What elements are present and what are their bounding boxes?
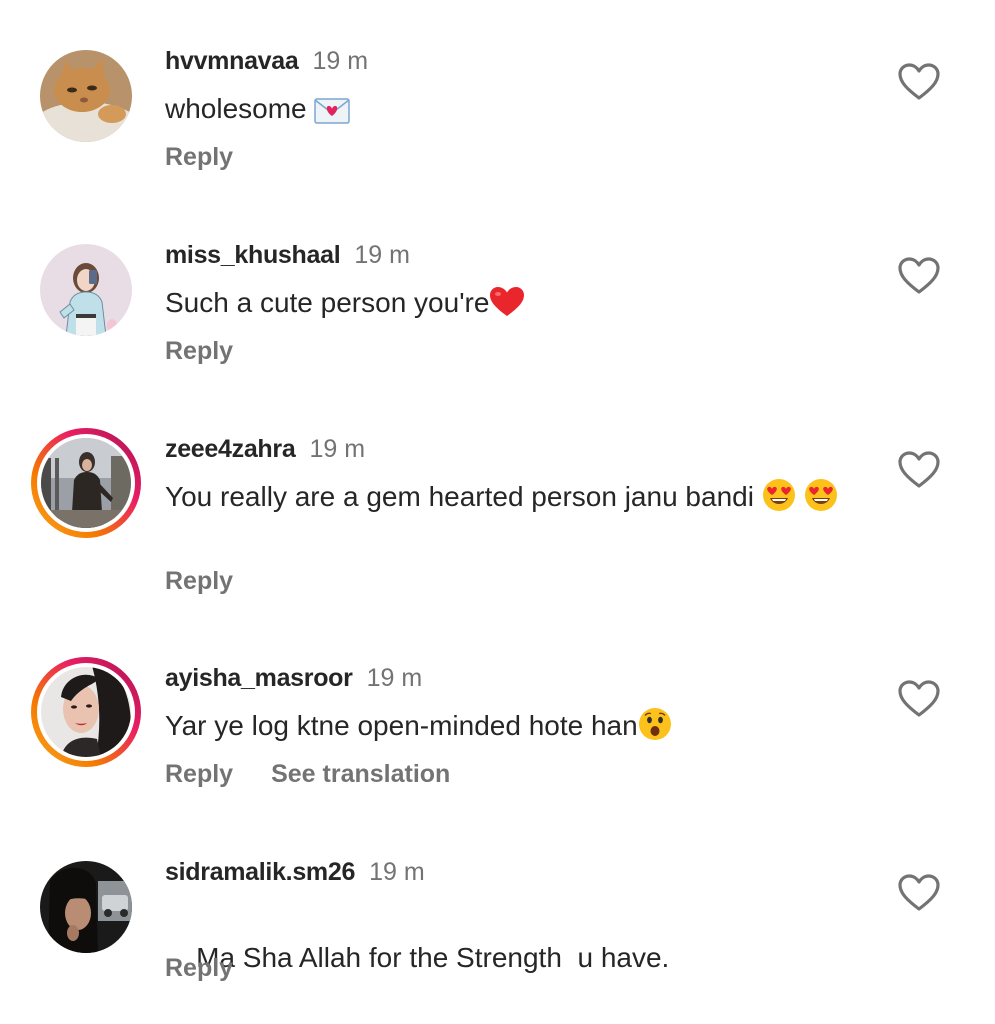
- reply-button[interactable]: Reply: [165, 566, 233, 596]
- reply-button[interactable]: Reply: [165, 953, 233, 983]
- woman-dark-avatar-image: [40, 861, 132, 953]
- comment-meta: zeee4zahra 19 m: [165, 434, 365, 464]
- comment-text: Yar ye log ktne open-minded hote han: [165, 707, 865, 751]
- avatar[interactable]: [40, 50, 132, 142]
- username[interactable]: ayisha_masroor: [165, 664, 353, 692]
- comment-body: Such a cute person you're: [165, 287, 490, 318]
- reply-button[interactable]: Reply: [165, 336, 233, 366]
- comment-actions: Reply: [165, 953, 233, 983]
- comment-meta: hvvmnavaa 19 m: [165, 46, 368, 76]
- heart-outline-icon[interactable]: [897, 450, 941, 490]
- comment-meta: miss_khushaal 19 m: [165, 240, 410, 270]
- comment-body: Yar ye log ktne open-minded hote han: [165, 710, 638, 741]
- username[interactable]: zeee4zahra: [165, 435, 296, 463]
- comment-meta: sidramalik.sm26 19 m: [165, 857, 425, 887]
- comment-actions: Reply: [165, 142, 233, 172]
- comment-actions: Reply: [165, 566, 233, 596]
- heart-outline-icon[interactable]: [897, 256, 941, 296]
- timestamp: 19 m: [369, 858, 425, 886]
- heart-eyes-emoji: [762, 478, 796, 522]
- love-letter-emoji: [314, 96, 351, 134]
- heart-outline-icon[interactable]: [897, 62, 941, 102]
- comment-text: Ma Sha Allah for the Strength u have.: [165, 901, 865, 1015]
- username[interactable]: sidramalik.sm26: [165, 858, 355, 886]
- comment-actions: Reply: [165, 336, 233, 366]
- heart-outline-icon[interactable]: [897, 679, 941, 719]
- heart-eyes-emoji: [804, 478, 838, 522]
- timestamp: 19 m: [366, 664, 423, 692]
- timestamp: 19 m: [312, 47, 369, 75]
- heart-outline-icon[interactable]: [897, 873, 941, 913]
- illustrated-girl-avatar-image: [40, 244, 132, 336]
- comment-meta: ayisha_masroor 19 m: [165, 663, 422, 693]
- avatar[interactable]: [40, 861, 132, 953]
- timestamp: 19 m: [309, 435, 366, 463]
- avatar-story-ring[interactable]: [31, 428, 141, 538]
- avatar[interactable]: [40, 244, 132, 336]
- avatar-story-ring[interactable]: [31, 657, 141, 767]
- red-heart-emoji: [489, 286, 525, 328]
- timestamp: 19 m: [354, 241, 410, 269]
- username[interactable]: hvvmnavaa: [165, 47, 299, 75]
- comment-text: You really are a gem hearted person janu…: [165, 478, 865, 522]
- see-translation-button[interactable]: See translation: [271, 759, 450, 789]
- woman-avatar-image: [41, 667, 131, 757]
- comment-actions: Reply See translation: [165, 759, 450, 789]
- comment-body: Ma Sha Allah for the Strength u have.: [196, 942, 670, 973]
- comment-text: wholesome: [165, 90, 865, 134]
- reply-button[interactable]: Reply: [165, 759, 233, 789]
- username[interactable]: miss_khushaal: [165, 241, 341, 269]
- reply-button[interactable]: Reply: [165, 142, 233, 172]
- cat-avatar-image: [40, 50, 132, 142]
- astonished-face-emoji: [638, 707, 672, 751]
- comment-body: You really are a gem hearted person janu…: [165, 481, 754, 512]
- comment-text: Such a cute person you're: [165, 284, 865, 328]
- comment-body: wholesome: [165, 93, 307, 124]
- person-avatar-image: [41, 438, 131, 528]
